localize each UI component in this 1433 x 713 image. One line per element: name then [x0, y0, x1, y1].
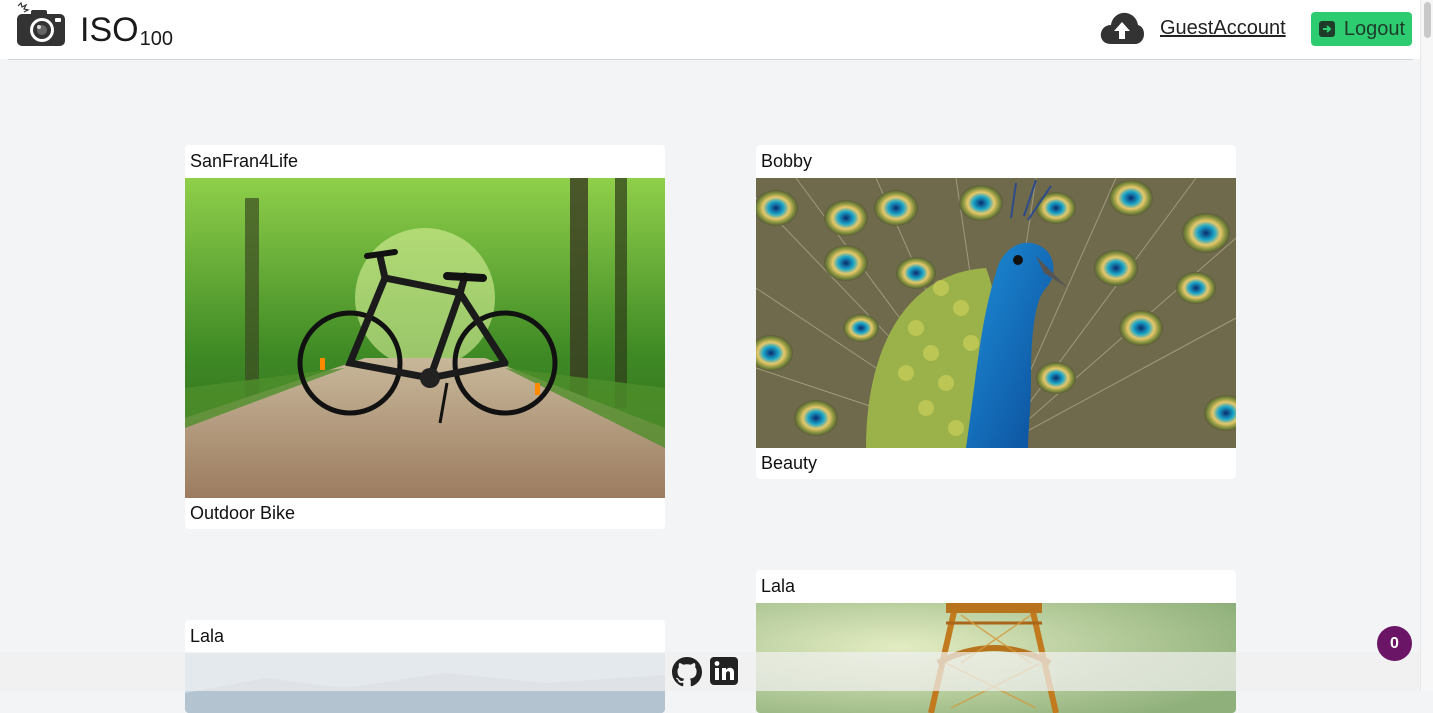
post-photo[interactable]	[756, 178, 1236, 448]
post-card[interactable]: SanFran4Life Outdoor Bike	[185, 145, 665, 529]
logout-label: Logout	[1343, 17, 1406, 40]
brand-title[interactable]: ISO100	[80, 10, 173, 55]
camera-icon[interactable]	[14, 1, 68, 48]
github-icon[interactable]	[672, 657, 702, 687]
post-card[interactable]: Bobby Beauty	[756, 145, 1236, 479]
post-username[interactable]: SanFran4Life	[185, 145, 665, 178]
post-card[interactable]: Lala	[756, 570, 1236, 713]
notification-badge[interactable]: 0	[1377, 626, 1412, 661]
post-caption: Beauty	[761, 453, 818, 473]
linkedin-icon[interactable]	[710, 657, 738, 685]
post-caption: Outdoor Bike	[190, 503, 296, 523]
header-divider	[8, 59, 1413, 60]
account-link[interactable]: GuestAccount	[1160, 17, 1286, 40]
post-username[interactable]: Bobby	[756, 145, 1236, 178]
cloud-upload-icon[interactable]	[1099, 10, 1145, 46]
brand-name: ISO	[80, 11, 139, 49]
post-username[interactable]: Lala	[185, 620, 665, 653]
top-nav: ISO100 GuestAccount Logout	[0, 0, 1421, 59]
scrollbar-thumb[interactable]	[1424, 2, 1431, 38]
post-photo[interactable]	[185, 178, 665, 498]
brand-subscript: 100	[139, 28, 173, 50]
logout-button[interactable]: Logout	[1311, 12, 1412, 46]
sign-out-icon	[1318, 21, 1335, 37]
post-username[interactable]: Lala	[756, 570, 1236, 603]
scrollbar[interactable]	[1420, 0, 1433, 691]
